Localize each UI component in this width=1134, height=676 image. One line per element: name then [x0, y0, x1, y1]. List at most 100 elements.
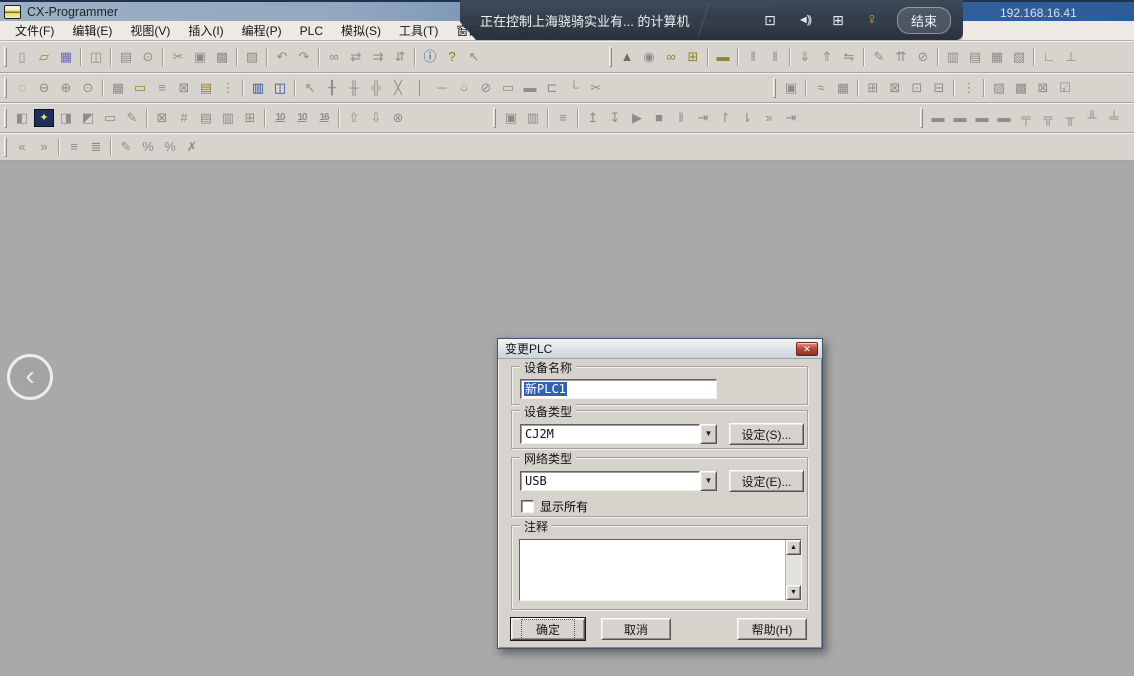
- toolbar-grip[interactable]: [4, 78, 7, 98]
- multi-window-icon[interactable]: ⊞: [823, 7, 853, 33]
- timechart-view-icon[interactable]: ▦: [832, 78, 854, 99]
- menu-file[interactable]: 文件(F): [6, 20, 63, 41]
- horizontal-line-icon[interactable]: ─: [431, 78, 453, 99]
- step-run-icon[interactable]: ∟: [1038, 47, 1060, 68]
- plc-memory-icon[interactable]: ▧: [1008, 47, 1030, 68]
- new-inverted-instruction-icon[interactable]: ▬: [519, 78, 541, 99]
- chevron-down-icon[interactable]: ▼: [700, 471, 717, 491]
- io-block-3-icon[interactable]: ▬: [971, 108, 993, 129]
- replace-icon[interactable]: ⇄: [345, 47, 367, 68]
- show-rung-annotations-icon[interactable]: ≡: [151, 78, 173, 99]
- cut-icon[interactable]: ✂: [167, 47, 189, 68]
- toggle-grid-icon[interactable]: ▦: [107, 78, 129, 99]
- menu-simulation[interactable]: 模拟(S): [332, 20, 390, 41]
- add-watch-icon[interactable]: ⊞: [862, 78, 884, 99]
- timing-contact-icon[interactable]: ╧: [1103, 108, 1125, 129]
- network-type-combobox[interactable]: USB ▼: [520, 471, 717, 491]
- menu-insert[interactable]: 插入(I): [179, 20, 232, 41]
- toolbar-grip[interactable]: [773, 78, 776, 98]
- compare-with-plc-icon[interactable]: ⇋: [838, 47, 860, 68]
- fullscreen-icon[interactable]: ⊡: [755, 7, 785, 33]
- toolbar-grip[interactable]: [920, 108, 923, 128]
- sim-scan-to-end-icon[interactable]: ⇥: [780, 108, 802, 129]
- ok-button[interactable]: 确定: [511, 618, 585, 640]
- rung-list-icon[interactable]: ≡: [63, 137, 85, 158]
- cross-reference-report-icon[interactable]: ⊠: [151, 108, 173, 129]
- print-icon[interactable]: ▤: [115, 47, 137, 68]
- toolbar-grip[interactable]: [4, 137, 7, 157]
- monitor-clear-icon[interactable]: ⊠: [1032, 78, 1054, 99]
- monitor-hold-icon[interactable]: ▩: [1010, 78, 1032, 99]
- monitor-apply-icon[interactable]: ☑: [1054, 78, 1076, 99]
- simulation-tasks-icon[interactable]: ≡: [552, 108, 574, 129]
- address-reference-tool-icon[interactable]: #: [173, 108, 195, 129]
- sim-step-out-icon[interactable]: ⇂: [736, 108, 758, 129]
- device-type-settings-button[interactable]: 设定(S)...: [729, 423, 804, 445]
- pin-icon[interactable]: ♀: [857, 7, 887, 33]
- menu-view[interactable]: 视图(V): [121, 20, 179, 41]
- previous-rung-reference-icon[interactable]: «: [11, 137, 33, 158]
- menu-plc[interactable]: PLC: [291, 22, 332, 40]
- watch-list-icon[interactable]: ⋮: [958, 78, 980, 99]
- pause-on-point-icon[interactable]: ↧: [604, 108, 626, 129]
- diff-up-contact-icon[interactable]: ╤: [1015, 108, 1037, 129]
- properties-window-icon[interactable]: ✎: [121, 108, 143, 129]
- new-coil-icon[interactable]: ○: [453, 78, 475, 99]
- online-edit-rungs-icon[interactable]: ✎: [868, 47, 890, 68]
- mnemonic-editor-icon[interactable]: ✦: [34, 109, 54, 127]
- copy-icon[interactable]: ▣: [189, 47, 211, 68]
- function-block-invocation-icon[interactable]: ⊏: [541, 78, 563, 99]
- mnemonics-view-icon[interactable]: ▥: [247, 78, 269, 99]
- memory-view-icon[interactable]: ⊞: [239, 108, 261, 129]
- redo-icon[interactable]: ↷: [293, 47, 315, 68]
- toolbar-grip[interactable]: [4, 47, 7, 67]
- usage-percent-alt-icon[interactable]: %: [159, 137, 181, 158]
- substitute-all-icon[interactable]: ⇉: [367, 47, 389, 68]
- show-all-checkbox[interactable]: [521, 500, 534, 513]
- cross-reference-window-icon[interactable]: ◩: [77, 108, 99, 129]
- chevron-down-icon[interactable]: ▼: [700, 424, 717, 444]
- hex-display-icon[interactable]: 16: [313, 108, 335, 129]
- send-online-edit-icon[interactable]: ⇈: [890, 47, 912, 68]
- pan-tool-icon[interactable]: ◌: [11, 78, 33, 99]
- scan-run-icon[interactable]: ⊥: [1060, 47, 1082, 68]
- pause-monitoring-icon[interactable]: ‖: [742, 47, 764, 68]
- download-to-plc-icon[interactable]: ⇓: [794, 47, 816, 68]
- rung-statistics-icon[interactable]: ▥: [217, 108, 239, 129]
- online-rack-icon[interactable]: ▬: [712, 47, 734, 68]
- diff-both-contact-icon[interactable]: ╥: [1059, 108, 1081, 129]
- zoom-in-icon[interactable]: ⊕: [55, 78, 77, 99]
- force-off-icon[interactable]: ⇩: [365, 108, 387, 129]
- remove-watch-icon[interactable]: ⊠: [884, 78, 906, 99]
- close-icon[interactable]: ✕: [796, 342, 818, 356]
- edit-marker-icon[interactable]: ✎: [115, 137, 137, 158]
- sim-continuous-run-icon[interactable]: »: [758, 108, 780, 129]
- selection-mode-icon[interactable]: ↖: [299, 78, 321, 99]
- toolbar-grip[interactable]: [609, 47, 612, 67]
- diff-down-contact-icon[interactable]: ╦: [1037, 108, 1059, 129]
- online-search-icon[interactable]: ∞: [660, 47, 682, 68]
- back-chevron-button[interactable]: ‹: [7, 354, 53, 400]
- context-help-icon[interactable]: ↖: [463, 47, 485, 68]
- force-cancel-icon[interactable]: ⊗: [387, 108, 409, 129]
- plc-settings-icon[interactable]: ▤: [964, 47, 986, 68]
- online-device-icon[interactable]: ⊞: [682, 47, 704, 68]
- cancel-online-edit-icon[interactable]: ⊘: [912, 47, 934, 68]
- layer-view-icon[interactable]: ≈: [810, 78, 832, 99]
- sim-step-to-end-icon[interactable]: ⇥: [692, 108, 714, 129]
- device-type-combobox[interactable]: CJ2M ▼: [520, 424, 717, 444]
- io-block-1-icon[interactable]: ▬: [927, 108, 949, 129]
- sim-run-icon[interactable]: ▶: [626, 108, 648, 129]
- cancel-button[interactable]: 取消: [601, 618, 671, 640]
- rung-overview-icon[interactable]: ≣: [85, 137, 107, 158]
- comment-textarea[interactable]: ▲ ▼: [519, 539, 802, 601]
- io-block-4-icon[interactable]: ▬: [993, 108, 1015, 129]
- find-icon[interactable]: ∞: [323, 47, 345, 68]
- clear-marker-icon[interactable]: ✗: [181, 137, 203, 158]
- usage-percent-icon[interactable]: %: [137, 137, 159, 158]
- properties-info-icon[interactable]: ⓘ: [419, 47, 441, 68]
- next-rung-reference-icon[interactable]: »: [33, 137, 55, 158]
- help-button[interactable]: 帮助(H): [737, 618, 807, 640]
- toolbar-grip[interactable]: [493, 108, 496, 128]
- transfer-program-sim-icon[interactable]: ▣: [500, 108, 522, 129]
